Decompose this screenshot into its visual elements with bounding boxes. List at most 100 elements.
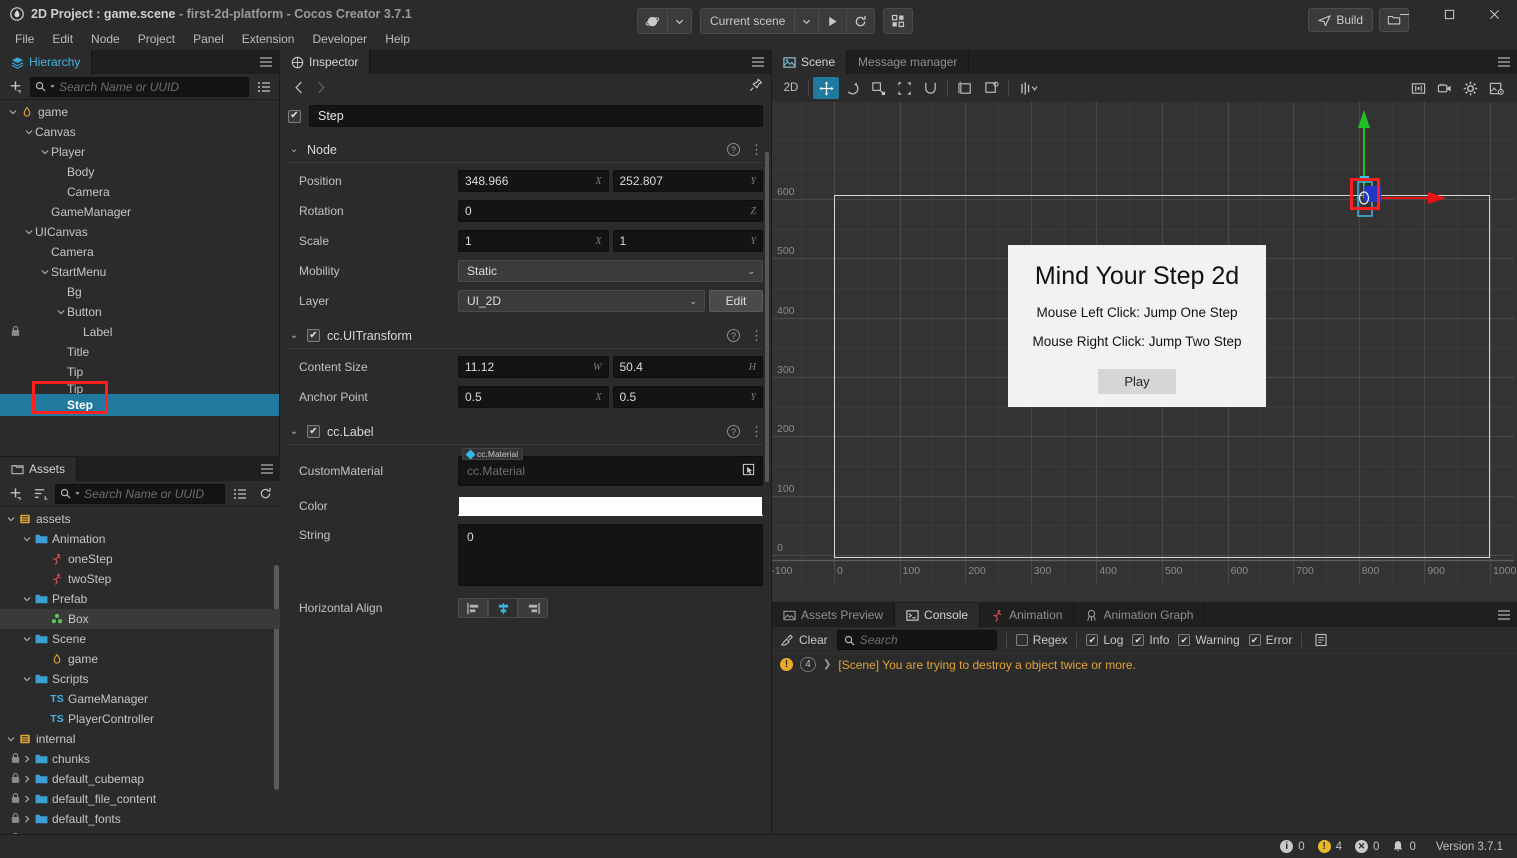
chevron-down-icon[interactable] xyxy=(54,308,67,316)
add-asset-icon[interactable] xyxy=(5,484,25,504)
filter-error[interactable]: ✔ Error xyxy=(1249,633,1293,647)
label-more-vertical-icon[interactable]: ⋮ xyxy=(750,428,763,436)
menu-help[interactable]: Help xyxy=(376,28,419,50)
chevron-down-icon[interactable] xyxy=(20,675,33,683)
console-log-list[interactable]: ! 4 ❯ [Scene] You are trying to destroy … xyxy=(772,653,1517,834)
menu-panel[interactable]: Panel xyxy=(184,28,233,50)
assets-refresh-icon[interactable] xyxy=(255,484,275,504)
align-left-icon[interactable] xyxy=(458,598,488,618)
asset-node-row[interactable]: default_cubemap xyxy=(0,769,280,789)
filter-regex-checkbox[interactable] xyxy=(1016,634,1028,646)
hierarchy-hamburger-icon[interactable] xyxy=(253,50,279,74)
filter-error-checkbox[interactable]: ✔ xyxy=(1249,634,1261,646)
tab-assets[interactable]: Assets xyxy=(0,457,77,481)
add-node-icon[interactable] xyxy=(5,77,25,97)
menu-file[interactable]: File xyxy=(6,28,43,50)
asset-node-row[interactable]: default_materials xyxy=(0,829,280,834)
hierarchy-node-row[interactable]: Canvas xyxy=(0,122,279,142)
build-button[interactable]: Build xyxy=(1308,8,1373,32)
filter-regex[interactable]: Regex xyxy=(1016,633,1068,647)
console-search-input[interactable] xyxy=(860,633,990,647)
chevron-left-icon[interactable] xyxy=(288,76,310,98)
asset-node-row[interactable]: Scripts xyxy=(0,669,280,689)
assets-search-input[interactable] xyxy=(84,487,220,501)
chevron-right-icon[interactable] xyxy=(20,795,33,803)
toggle-2d-button[interactable]: 2D xyxy=(778,77,804,99)
custom-material-field[interactable]: cc.Material xyxy=(458,456,763,486)
gear-icon[interactable] xyxy=(1457,77,1483,99)
align-tool-icon[interactable] xyxy=(1013,77,1045,99)
hierarchy-node-row[interactable]: Tip xyxy=(0,382,279,394)
filter-warning[interactable]: ✔ Warning xyxy=(1178,633,1239,647)
chevron-down-icon[interactable] xyxy=(20,535,33,543)
hierarchy-node-row[interactable]: UICanvas xyxy=(0,222,279,242)
position-y-input[interactable]: 252.807 Y xyxy=(613,170,764,192)
asset-node-row[interactable]: Box xyxy=(0,609,280,629)
menu-project[interactable]: Project xyxy=(129,28,184,50)
hierarchy-node-row[interactable]: Title xyxy=(0,342,279,362)
console-search-box[interactable] xyxy=(837,630,997,650)
anchor-y-input[interactable]: 0.5 Y xyxy=(613,386,764,408)
globe-chevron-down-icon[interactable] xyxy=(668,9,691,33)
asset-node-row[interactable]: TSPlayerController xyxy=(0,709,280,729)
close-button[interactable] xyxy=(1472,0,1517,28)
dialog-play-button[interactable]: Play xyxy=(1098,369,1175,394)
assets-list-view-icon[interactable] xyxy=(230,484,250,504)
tab-console[interactable]: Console xyxy=(895,603,980,627)
uitransform-help-icon[interactable]: ? xyxy=(727,329,740,342)
inspector-scrollbar[interactable] xyxy=(765,152,769,482)
chevron-right-icon[interactable] xyxy=(20,755,33,763)
play-button[interactable] xyxy=(819,9,847,33)
tab-animation-graph[interactable]: Animation Graph xyxy=(1074,603,1205,627)
node-help-icon[interactable]: ? xyxy=(727,143,740,156)
filter-warning-checkbox[interactable]: ✔ xyxy=(1178,634,1190,646)
chevron-right-icon[interactable] xyxy=(20,775,33,783)
label-help-icon[interactable]: ? xyxy=(727,425,740,438)
asset-node-row[interactable]: default_fonts xyxy=(0,809,280,829)
node-more-vertical-icon[interactable]: ⋮ xyxy=(750,146,763,154)
rect-gizmo-icon[interactable] xyxy=(891,77,917,99)
image-settings-icon[interactable] xyxy=(1483,77,1509,99)
node-chevron-down-icon[interactable]: ⌄ xyxy=(288,144,300,155)
content-width-input[interactable]: 11.12 W xyxy=(458,356,609,378)
scale-y-input[interactable]: 1 Y xyxy=(613,230,764,252)
menu-node[interactable]: Node xyxy=(82,28,129,50)
label-chevron-down-icon[interactable]: ⌄ xyxy=(288,426,300,437)
asset-node-row[interactable]: TSGameManager xyxy=(0,689,280,709)
chevron-down-icon[interactable] xyxy=(20,635,33,643)
layer-edit-button[interactable]: Edit xyxy=(709,290,763,312)
scene-viewport[interactable]: Mind Your Step 2d Mouse Left Click: Jump… xyxy=(772,102,1517,602)
position-x-input[interactable]: 348.966 X xyxy=(458,170,609,192)
asset-node-row[interactable]: assets xyxy=(0,509,280,529)
status-info[interactable]: i 0 xyxy=(1280,840,1304,853)
sort-icon[interactable] xyxy=(30,484,50,504)
chevron-down-icon[interactable] xyxy=(38,268,51,276)
hierarchy-node-row[interactable]: StartMenu xyxy=(0,262,279,282)
tab-message-manager[interactable]: Message manager xyxy=(847,50,969,74)
console-hamburger-icon[interactable] xyxy=(1491,603,1517,627)
hierarchy-node-row[interactable]: Step xyxy=(0,394,279,416)
scene-mode-chevron-down-icon[interactable] xyxy=(795,9,819,33)
chevron-right-icon[interactable] xyxy=(310,76,332,98)
chevron-down-icon[interactable] xyxy=(22,228,35,236)
chevron-down-icon[interactable] xyxy=(4,515,17,523)
asset-node-row[interactable]: twoStep xyxy=(0,569,280,589)
asset-node-row[interactable]: oneStep xyxy=(0,549,280,569)
align-right-icon[interactable] xyxy=(518,598,548,618)
pin-icon[interactable] xyxy=(749,78,763,95)
chevron-down-icon[interactable] xyxy=(22,128,35,136)
asset-node-row[interactable]: Scene xyxy=(0,629,280,649)
status-warning[interactable]: ! 4 xyxy=(1318,840,1342,853)
string-textarea[interactable]: 0 xyxy=(458,524,763,586)
filter-log[interactable]: ✔ Log xyxy=(1086,633,1123,647)
tab-animation[interactable]: Animation xyxy=(980,603,1074,627)
log-expand-chevron-right-icon[interactable]: ❯ xyxy=(823,659,831,670)
chevron-down-icon[interactable] xyxy=(38,148,51,156)
tab-assets-preview[interactable]: Assets Preview xyxy=(772,603,895,627)
hierarchy-node-row[interactable]: Tip xyxy=(0,362,279,382)
hierarchy-node-row[interactable]: Button xyxy=(0,302,279,322)
asset-node-row[interactable]: default_file_content xyxy=(0,789,280,809)
console-log-row[interactable]: ! 4 ❯ [Scene] You are trying to destroy … xyxy=(772,653,1517,675)
label-component-header[interactable]: ⌄ ✔ cc.Label ? ⋮ xyxy=(288,419,763,445)
hierarchy-node-row[interactable]: Body xyxy=(0,162,279,182)
